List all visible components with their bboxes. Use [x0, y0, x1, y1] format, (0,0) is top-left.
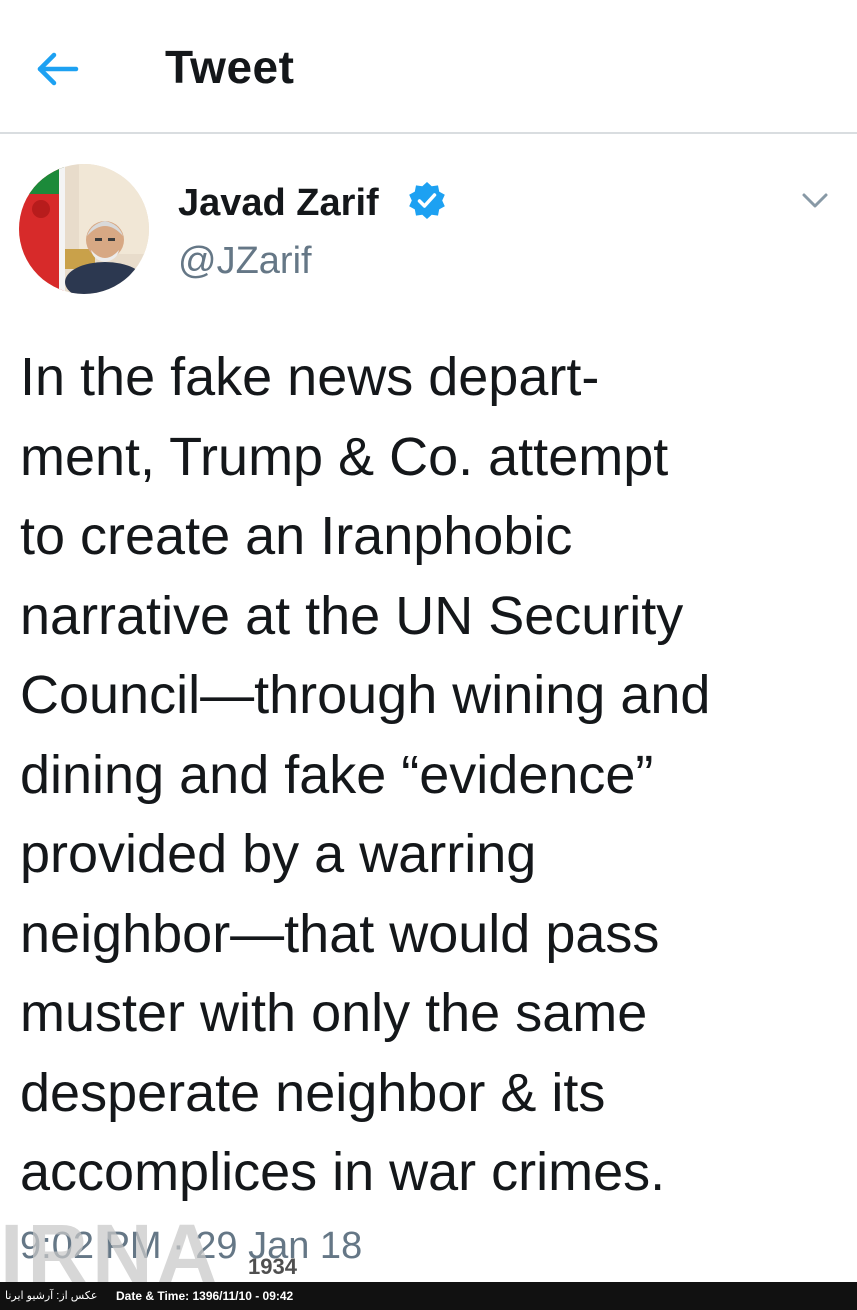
tweet-text-line: narrative at the UN Security	[20, 585, 684, 646]
watermark-year: 1934	[248, 1254, 297, 1279]
tweet-text-line: dining and fake “evidence”	[20, 744, 654, 805]
arrow-left-icon	[37, 52, 79, 86]
archive-caption: عکس از: آرشیو ایرنا	[5, 1290, 98, 1302]
archive-datetime: Date & Time: 1396/11/10 - 09:42	[116, 1289, 294, 1303]
tweet-text-line: to create an Iranphobic	[20, 506, 573, 566]
tweet-text-line: accomplices in war crimes.	[20, 1142, 666, 1202]
tweet-menu-button[interactable]	[800, 188, 830, 212]
top-app-bar: Tweet	[0, 0, 857, 134]
tweet-text: In the fake news depart- ment, Trump & C…	[20, 338, 840, 1213]
page-title: Tweet	[165, 41, 295, 93]
avatar-image	[19, 164, 149, 294]
tweet-detail-screen: Tweet Javad Zarif @JZarif In the fake ne…	[0, 0, 857, 1310]
chevron-down-icon	[802, 193, 828, 208]
tweet-text-line: neighbor—that would pass	[20, 903, 660, 964]
tweet-text-line: provided by a warring	[20, 824, 537, 884]
author-name[interactable]: Javad Zarif	[178, 182, 379, 225]
tweet-text-line: desperate neighbor & its	[20, 1062, 606, 1123]
avatar[interactable]	[19, 164, 149, 294]
tweet-text-line: ment, Trump & Co. attempt	[20, 426, 669, 487]
tweet-text-line: In the fake news depart-	[20, 347, 600, 407]
tweet-text-line: Council—through wining and	[20, 665, 711, 725]
tweet-text-line: muster with only the same	[20, 983, 648, 1043]
back-button[interactable]	[30, 45, 86, 93]
author-handle[interactable]: @JZarif	[178, 240, 312, 283]
archive-info-bar: عکس از: آرشیو ایرنا Date & Time: 1396/11…	[0, 1282, 857, 1310]
verified-badge-icon	[407, 181, 447, 221]
